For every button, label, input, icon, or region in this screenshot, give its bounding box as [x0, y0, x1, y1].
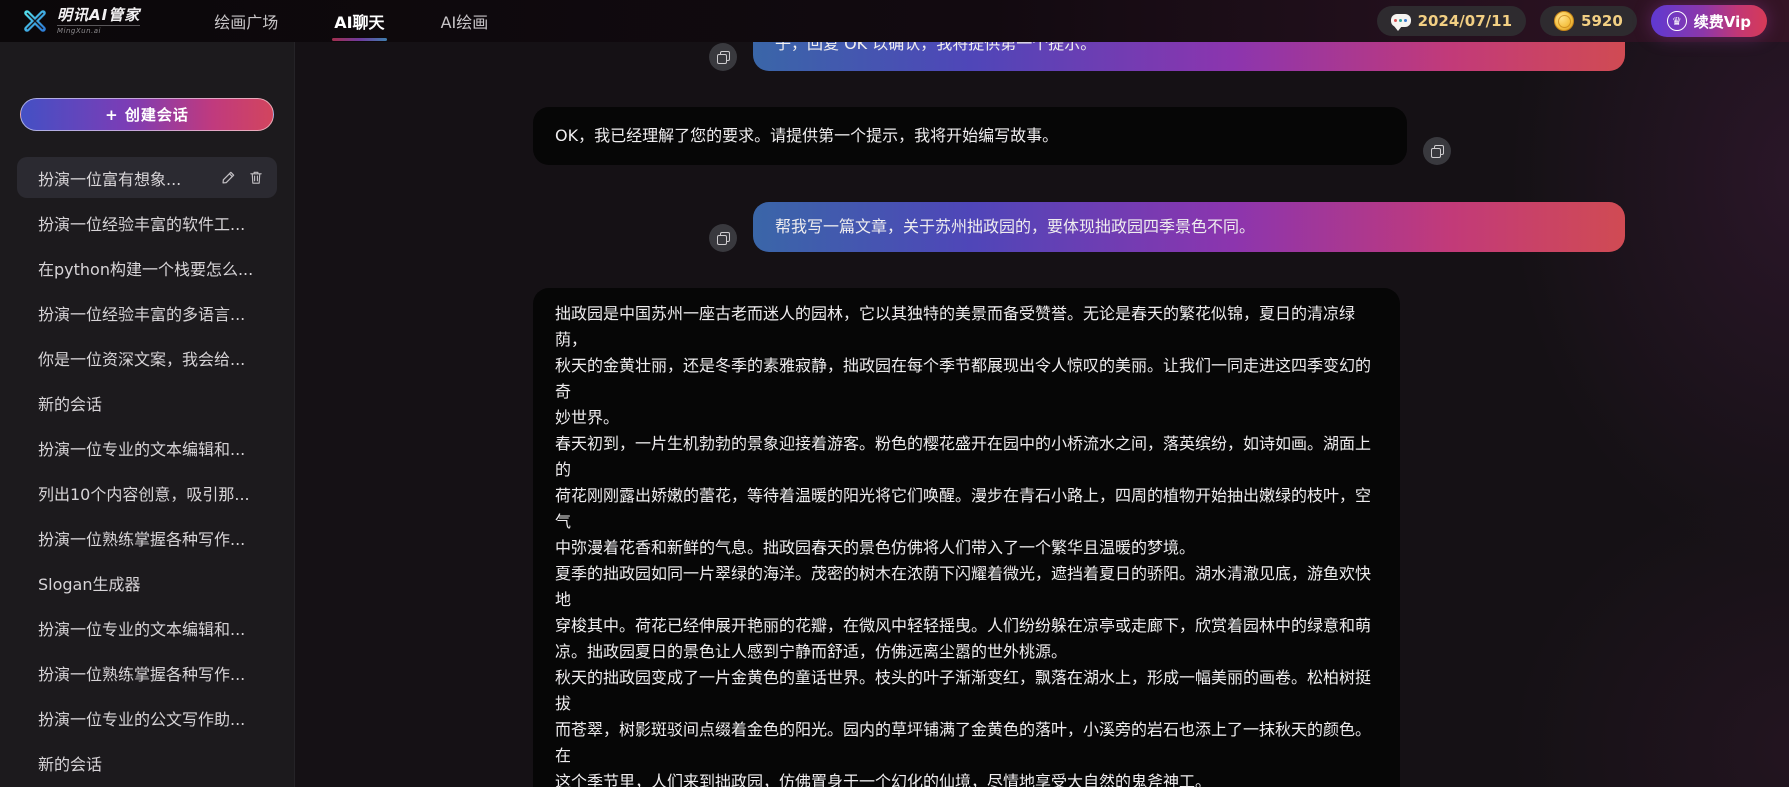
date-text: 2024/07/11	[1417, 12, 1513, 30]
message-row-assistant-article: 拙政园是中国苏州一座古老而迷人的园林，它以其独特的美景而备受赞誉。无论是春天的繁…	[533, 288, 1625, 787]
renew-vip-button[interactable]: ♛ 续费Vip	[1650, 5, 1767, 37]
sidebar-conversation-item[interactable]: 新的会话	[17, 742, 277, 783]
user-message-bubble: 帮我写一篇文章，关于苏州拙政园的，要体现拙政园四季景色不同。	[753, 202, 1625, 252]
coin-count: 5920	[1581, 12, 1623, 30]
sidebar-conversation-item[interactable]: 扮演一位专业的公文写作助...	[17, 697, 277, 738]
delete-icon[interactable]	[249, 170, 263, 185]
date-badge[interactable]: 2024/07/11	[1376, 6, 1527, 36]
crown-icon: ♛	[1666, 11, 1687, 31]
nav-ai-chat[interactable]: AI聊天	[332, 5, 387, 41]
assistant-message-bubble: OK，我已经理解了您的要求。请提供第一个提示，我将开始编写故事。	[533, 107, 1407, 165]
copy-icon	[716, 50, 730, 64]
sidebar-conversation-item[interactable]: 扮演一位专业的文本编辑和...	[17, 427, 277, 468]
main-nav: 绘画广场 AI聊天 AI绘画	[212, 5, 491, 41]
top-header: 明讯AI管家 MingXun.ai 绘画广场 AI聊天 AI绘画 2024/07…	[0, 0, 1789, 42]
message-row-user: 帮我写一篇文章，关于苏州拙政园的，要体现拙政园四季景色不同。	[533, 202, 1625, 252]
conversation-label: 扮演一位专业的文本编辑和...	[38, 439, 246, 459]
conversation-label: 扮演一位熟练掌握各种写作...	[38, 664, 246, 684]
coin-badge[interactable]: 5920	[1540, 6, 1637, 36]
conversation-label: 新的会话	[38, 394, 103, 414]
sidebar-conversation-item[interactable]: 扮演一位熟练掌握各种写作...	[17, 652, 277, 693]
conversation-label: 扮演一位熟练掌握各种写作...	[38, 529, 246, 549]
coin-icon	[1554, 11, 1575, 31]
message-row-assistant: OK，我已经理解了您的要求。请提供第一个提示，我将开始编写故事。	[533, 107, 1625, 165]
app-subtitle: MingXun.ai	[57, 24, 141, 35]
nav-draw-plaza[interactable]: 绘画广场	[212, 5, 280, 37]
vip-label: 续费Vip	[1693, 12, 1751, 31]
copy-message-button[interactable]	[709, 224, 737, 252]
edit-icon[interactable]	[221, 170, 236, 185]
sidebar-conversation-item[interactable]: 在python构建一个栈要怎么...	[17, 247, 277, 288]
conversation-label: 在python构建一个栈要怎么...	[38, 259, 254, 279]
conversation-label: 扮演一位富有想象...	[38, 169, 182, 189]
sidebar-conversation-item[interactable]: 新的会话	[17, 382, 277, 423]
conversation-sidebar: + 创建会话 扮演一位富有想象... 扮演一位经验丰富的软件工... 在python…	[0, 42, 295, 787]
conversation-label: 扮演一位经验丰富的软件工...	[38, 214, 246, 234]
conversation-label: Slogan生成器	[38, 574, 141, 594]
create-session-button[interactable]: + 创建会话	[20, 98, 274, 131]
conversation-label: 扮演一位专业的文本编辑和...	[38, 619, 246, 639]
copy-message-button[interactable]	[709, 43, 737, 71]
sidebar-conversation-item[interactable]: 扮演一位熟练掌握各种写作...	[17, 517, 277, 558]
sidebar-conversation-item[interactable]: 列出10个内容创意，吸引那...	[17, 472, 277, 513]
conversation-label: 扮演一位经验丰富的多语言...	[38, 304, 246, 324]
copy-icon	[716, 231, 730, 245]
copy-icon	[1430, 144, 1444, 158]
logo-x-icon	[24, 10, 46, 32]
copy-message-button[interactable]	[1423, 137, 1451, 165]
assistant-article-bubble: 拙政园是中国苏州一座古老而迷人的园林，它以其独特的美景而备受赞誉。无论是春天的繁…	[533, 288, 1400, 787]
sidebar-conversation-item[interactable]: Slogan生成器	[17, 562, 277, 603]
conversation-label: 扮演一位专业的公文写作助...	[38, 709, 246, 729]
conversation-list: 扮演一位富有想象... 扮演一位经验丰富的软件工... 在python构建一个栈要怎…	[0, 157, 294, 787]
chat-bubble-icon	[1390, 13, 1411, 31]
nav-ai-draw[interactable]: AI绘画	[439, 5, 491, 37]
sidebar-conversation-item[interactable]: 扮演一位专业的文本编辑和...	[17, 607, 277, 648]
conversation-label: 你是一位资深文案，我会给...	[38, 349, 246, 369]
sidebar-conversation-item[interactable]: 扮演一位经验丰富的多语言...	[17, 292, 277, 333]
sidebar-conversation-item[interactable]: 你是一位资深文案，我会给...	[17, 337, 277, 378]
sidebar-conversation-item[interactable]: 扮演一位经验丰富的软件工...	[17, 202, 277, 243]
app-title: 明讯AI管家	[57, 5, 141, 24]
sidebar-conversation-item[interactable]: 扮演一位富有想象...	[17, 157, 277, 198]
conversation-label: 列出10个内容创意，吸引那...	[38, 484, 250, 504]
user-message-bubble: 子，回复 OK 以确认，我将提供第一个提示。	[753, 42, 1625, 71]
app-logo: 明讯AI管家 MingXun.ai	[22, 5, 141, 35]
conversation-label: 新的会话	[38, 754, 103, 774]
message-row-user-clipped: 子，回复 OK 以确认，我将提供第一个提示。	[533, 42, 1625, 71]
chat-area: 子，回复 OK 以确认，我将提供第一个提示。 OK，我已经理解了您的要求。请提供…	[295, 42, 1789, 787]
